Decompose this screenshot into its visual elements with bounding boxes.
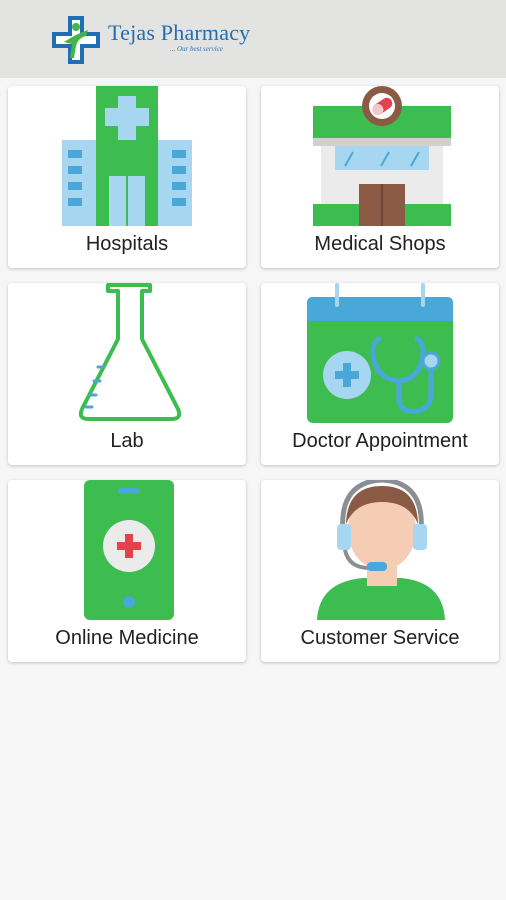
tile-customer-service[interactable]: Customer Service [261,480,499,662]
tile-label: Lab [110,430,144,452]
tile-label: Hospitals [85,233,169,255]
tile-doctor-appointment[interactable]: Doctor Appointment [261,283,499,465]
tile-label: Online Medicine [55,627,199,649]
tile-medical-shops[interactable]: Medical Shops [261,86,499,268]
app-tagline: ... Our best service [170,45,223,53]
tile-lab[interactable]: Lab [8,283,246,465]
tile-label: Doctor Appointment [292,430,468,452]
pharmacy-cross-logo-icon [52,16,100,64]
app-title: Tejas Pharmacy [108,20,251,45]
tile-label: Medical Shops [314,233,446,255]
tile-online-medicine[interactable]: Online Medicine [8,480,246,662]
tile-hospitals[interactable]: Hospitals [8,86,246,268]
tile-label: Customer Service [300,627,460,649]
app-bar: Tejas Pharmacy ... Our best service [0,0,506,78]
